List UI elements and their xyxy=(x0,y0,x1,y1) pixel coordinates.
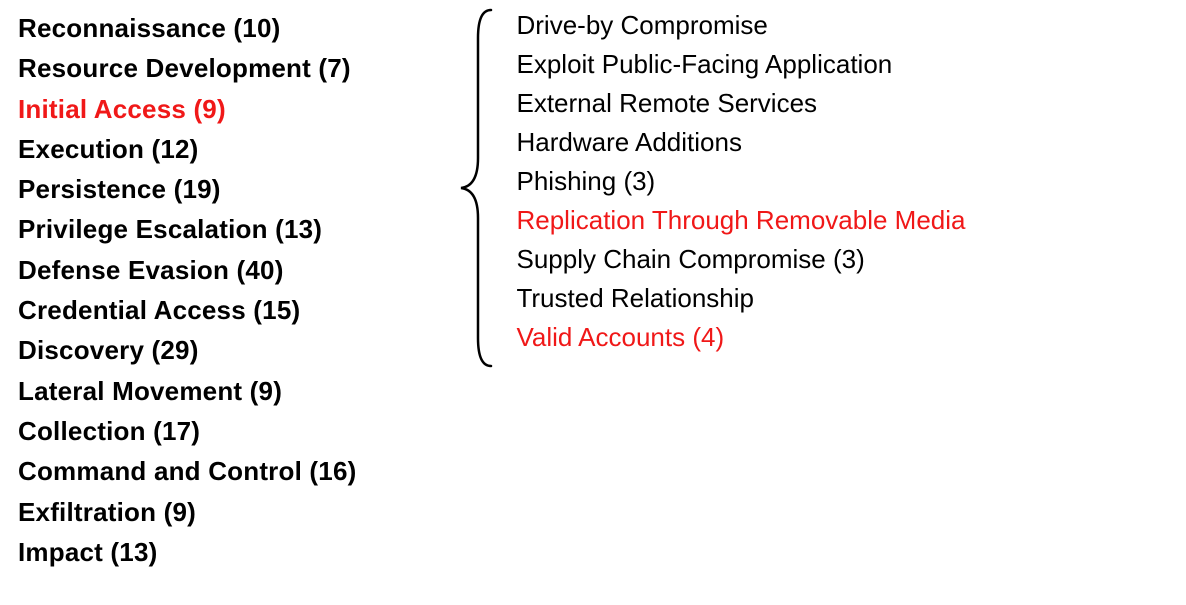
technique-item[interactable]: Exploit Public-Facing Application xyxy=(516,45,965,84)
diagram-root: Reconnaissance (10) Resource Development… xyxy=(0,0,1186,580)
technique-item[interactable]: Trusted Relationship xyxy=(516,279,965,318)
tactic-item[interactable]: Persistence (19) xyxy=(18,169,356,209)
tactic-item[interactable]: Defense Evasion (40) xyxy=(18,250,356,290)
tactic-item[interactable]: Impact (13) xyxy=(18,532,356,572)
tactic-item[interactable]: Execution (12) xyxy=(18,129,356,169)
tactic-item[interactable]: Collection (17) xyxy=(18,411,356,451)
tactics-list: Reconnaissance (10) Resource Development… xyxy=(18,8,356,572)
tactic-item[interactable]: Privilege Escalation (13) xyxy=(18,209,356,249)
technique-item[interactable]: External Remote Services xyxy=(516,84,965,123)
technique-item[interactable]: Drive-by Compromise xyxy=(516,6,965,45)
technique-item[interactable]: Supply Chain Compromise (3) xyxy=(516,240,965,279)
technique-item[interactable]: Hardware Additions xyxy=(516,123,965,162)
technique-item-selected[interactable]: Valid Accounts (4) xyxy=(516,318,965,357)
tactic-item[interactable]: Discovery (29) xyxy=(18,330,356,370)
techniques-list: Drive-by Compromise Exploit Public-Facin… xyxy=(516,6,965,357)
technique-item-selected[interactable]: Replication Through Removable Media xyxy=(516,201,965,240)
curly-brace-icon xyxy=(456,8,496,375)
tactic-item[interactable]: Credential Access (15) xyxy=(18,290,356,330)
tactic-item[interactable]: Lateral Movement (9) xyxy=(18,371,356,411)
tactic-item[interactable]: Resource Development (7) xyxy=(18,48,356,88)
technique-item[interactable]: Phishing (3) xyxy=(516,162,965,201)
tactic-item[interactable]: Command and Control (16) xyxy=(18,451,356,491)
tactic-item-selected[interactable]: Initial Access (9) xyxy=(18,89,356,129)
tactic-item[interactable]: Exfiltration (9) xyxy=(18,492,356,532)
tactic-item[interactable]: Reconnaissance (10) xyxy=(18,8,356,48)
